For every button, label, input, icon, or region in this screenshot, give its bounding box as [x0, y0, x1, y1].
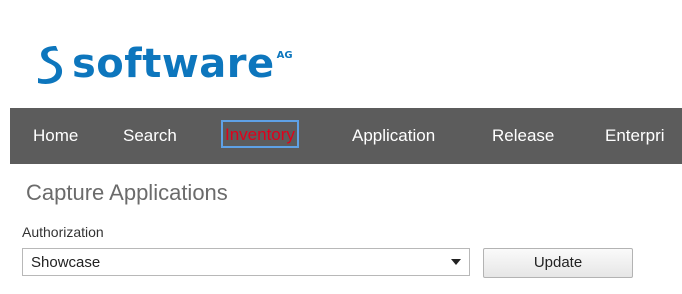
page-title: Capture Applications	[26, 180, 228, 205]
nav-item-enterprise[interactable]: Enterpri	[605, 108, 665, 164]
chevron-down-icon[interactable]	[451, 259, 461, 265]
authorization-select[interactable]: Showcase	[22, 248, 470, 276]
nav-item-search[interactable]: Search	[123, 108, 177, 164]
authorization-selected-value: Showcase	[31, 253, 101, 271]
main-nav-bar: Home Search Inventory Application Releas…	[10, 108, 682, 164]
logo-wordmark: software	[72, 41, 275, 87]
nav-item-application[interactable]: Application	[352, 108, 435, 164]
page: software AG Home Search Inventory Applic…	[0, 0, 682, 294]
nav-item-home[interactable]: Home	[33, 108, 78, 164]
nav-item-inventory[interactable]: Inventory	[221, 120, 299, 148]
software-ag-logo-mark-icon	[38, 46, 63, 84]
update-button[interactable]: Update	[483, 248, 633, 278]
logo-suffix: AG	[276, 50, 293, 61]
software-ag-logo[interactable]: software AG	[34, 36, 293, 86]
authorization-label: Authorization	[22, 224, 104, 240]
nav-item-release[interactable]: Release	[492, 108, 554, 164]
